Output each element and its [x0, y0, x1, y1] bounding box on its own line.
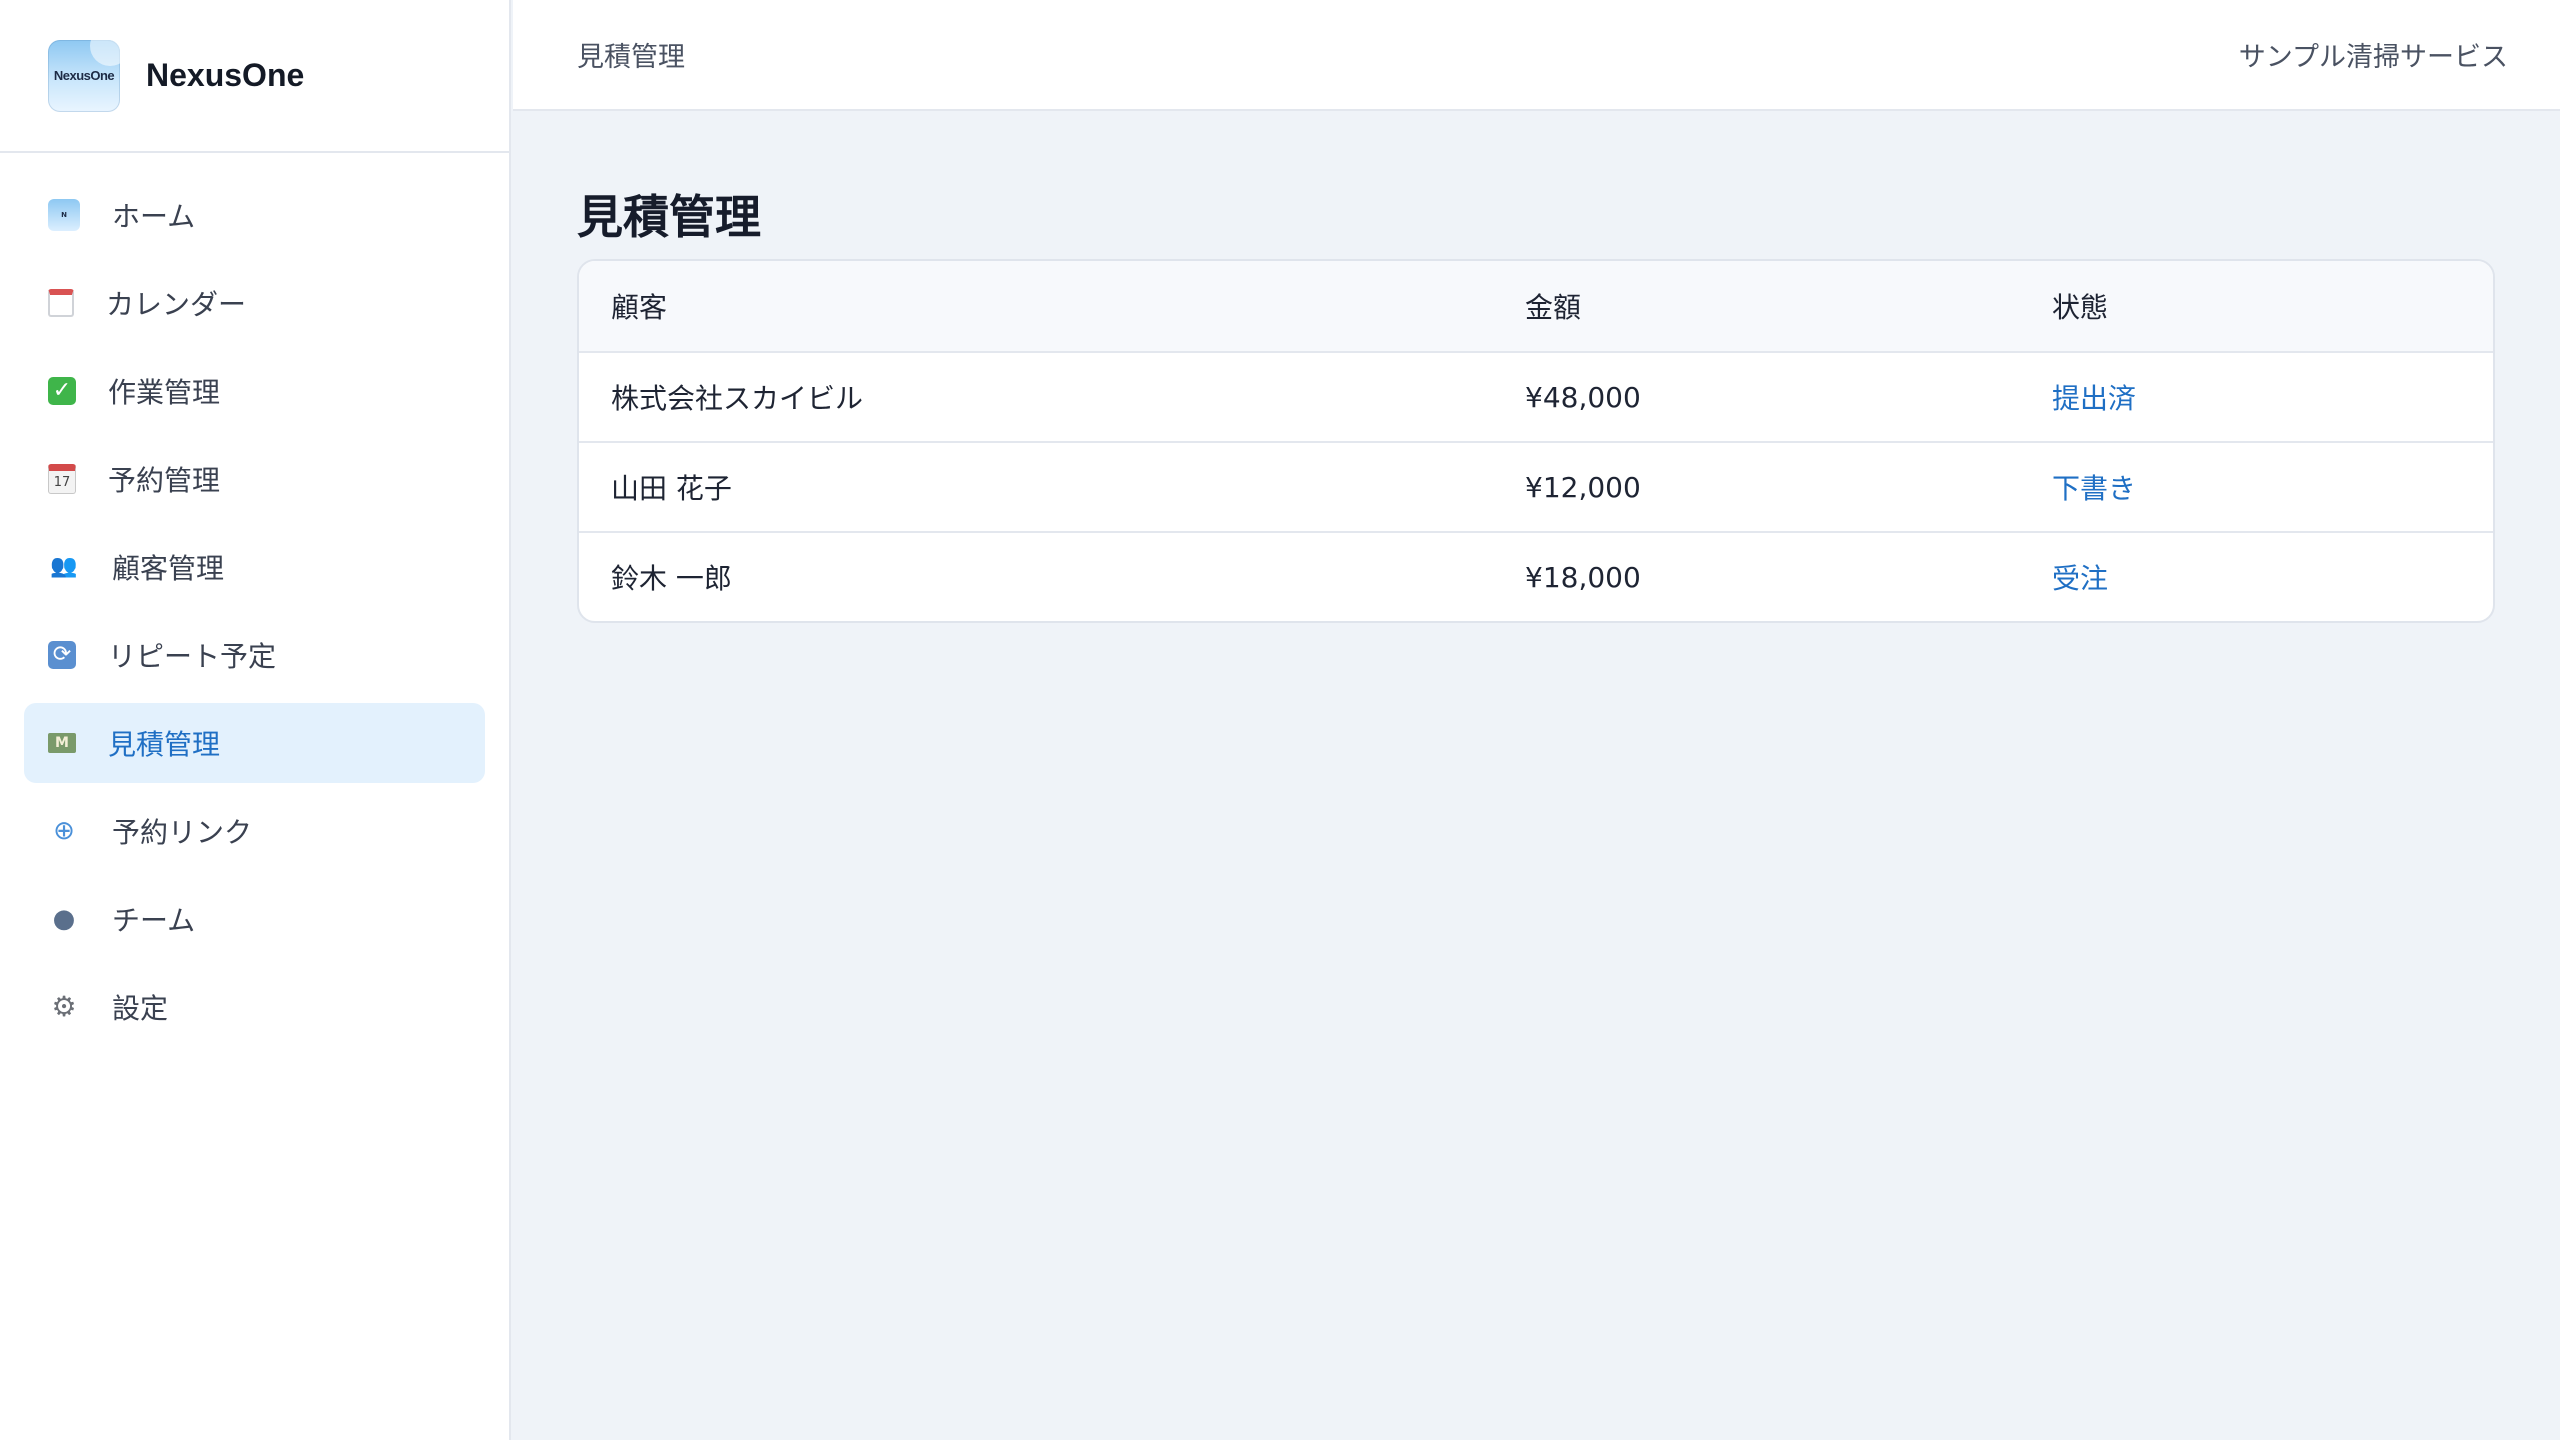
sidebar-item-label: 見積管理 [108, 728, 221, 761]
sidebar-item-label: ホーム [112, 200, 196, 233]
amount-cell: ¥48,000 [1525, 380, 1641, 414]
top-header: 見積管理 サンプル清掃サービス [513, 0, 2560, 111]
estimates-table: 顧客 金額 状態 株式会社スカイビル ¥48,000 提出済 山田 花子 ¥12… [577, 259, 2495, 623]
sidebar: NexusOne NexusOne N ホーム カレンダー ✓ 作業管理 17 … [0, 0, 511, 1440]
sidebar-item-estimates[interactable]: M 見積管理 [24, 703, 485, 783]
table-row[interactable]: 株式会社スカイビル ¥48,000 提出済 [579, 351, 2493, 441]
status-link[interactable]: 提出済 [2052, 377, 2493, 417]
sidebar-item-repeat[interactable]: ⟳ リピート予定 [24, 615, 485, 695]
sidebar-item-calendar[interactable]: カレンダー [24, 263, 485, 343]
page-title: 見積管理 [577, 190, 761, 244]
table-header-row: 顧客 金額 状態 [579, 261, 2493, 351]
user-icon: ● [52, 904, 76, 934]
gear-icon: ⚙ [51, 990, 77, 1023]
sidebar-item-settings[interactable]: ⚙ 設定 [24, 967, 485, 1047]
column-header-amount: 金額 [1525, 291, 1582, 324]
amount-cell: ¥12,000 [1525, 470, 1641, 504]
column-header-customer: 顧客 [611, 291, 668, 324]
sidebar-item-team[interactable]: ● チーム [24, 879, 485, 959]
status-link[interactable]: 下書き [2052, 467, 2493, 507]
customer-cell: 山田 花子 [611, 472, 732, 505]
calendar-icon [48, 289, 74, 317]
customer-cell: 鈴木 一郎 [611, 562, 732, 595]
status-link[interactable]: 受注 [2052, 557, 2493, 597]
breadcrumb: 見積管理 [577, 42, 685, 73]
column-header-status: 状態 [2052, 291, 2109, 324]
sidebar-item-label: 作業管理 [108, 376, 221, 409]
table-row[interactable]: 山田 花子 ¥12,000 下書き [579, 441, 2493, 531]
brand[interactable]: NexusOne NexusOne [0, 0, 509, 153]
sidebar-item-label: リピート予定 [108, 640, 277, 673]
money-icon: M [48, 733, 76, 753]
people-icon: 👥 [50, 554, 78, 579]
sidebar-nav: N ホーム カレンダー ✓ 作業管理 17 予約管理 👥 顧客管理 ⟳ リピート… [0, 153, 509, 1047]
sidebar-item-label: 顧客管理 [112, 552, 225, 585]
sidebar-item-customers[interactable]: 👥 顧客管理 [24, 527, 485, 607]
sidebar-item-label: 予約リンク [112, 816, 253, 849]
main-content: 見積管理 顧客 金額 状態 株式会社スカイビル ¥48,000 提出済 山田 花… [513, 113, 2560, 1440]
home-logo-icon: N [48, 199, 80, 231]
app-name: NexusOne [146, 57, 305, 93]
sidebar-item-tasks[interactable]: ✓ 作業管理 [24, 351, 485, 431]
date-calendar-icon: 17 [48, 464, 76, 494]
check-box-icon: ✓ [48, 377, 76, 405]
globe-icon: ⊕ [53, 816, 75, 846]
amount-cell: ¥18,000 [1525, 560, 1641, 594]
sidebar-item-home[interactable]: N ホーム [24, 175, 485, 255]
sidebar-item-label: 設定 [112, 992, 169, 1025]
sidebar-item-label: カレンダー [106, 288, 247, 321]
sidebar-item-label: チーム [112, 904, 196, 937]
sidebar-item-label: 予約管理 [108, 464, 221, 497]
table-row[interactable]: 鈴木 一郎 ¥18,000 受注 [579, 531, 2493, 621]
customer-cell: 株式会社スカイビル [611, 382, 864, 415]
repeat-icon: ⟳ [48, 641, 76, 669]
sidebar-item-reservations[interactable]: 17 予約管理 [24, 439, 485, 519]
company-name[interactable]: サンプル清掃サービス [2239, 35, 2508, 74]
sidebar-item-booking-link[interactable]: ⊕ 予約リンク [24, 791, 485, 871]
app-logo-icon: NexusOne [48, 39, 120, 112]
logo-text: NexusOne [53, 68, 115, 83]
